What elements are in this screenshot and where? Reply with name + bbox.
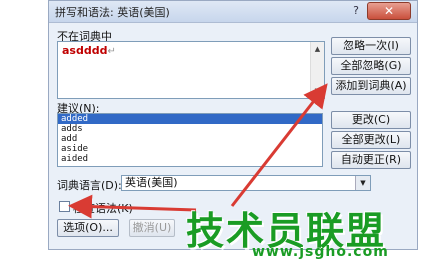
arrow-to-grammar-checkbox (68, 194, 197, 219)
watermark-url: www.jsgho.com (252, 244, 389, 260)
arrow-to-add-dictionary (230, 83, 328, 207)
